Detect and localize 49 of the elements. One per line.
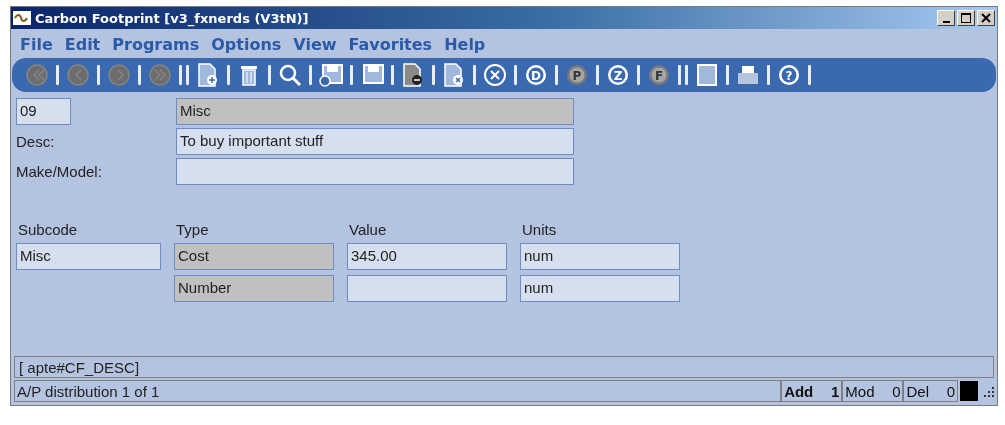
minimize-icon — [942, 20, 950, 23]
value-field[interactable] — [347, 275, 507, 302]
trash-icon — [239, 63, 259, 87]
close-icon — [981, 13, 991, 23]
type-field: Number — [174, 275, 334, 302]
window-title: Carbon Footprint [v3_fxnerds (V3tN)] — [35, 10, 310, 26]
column-header: Subcode — [17, 221, 79, 238]
document-cross-icon — [443, 63, 465, 87]
code-field[interactable]: 09 — [16, 98, 71, 125]
column-header: Units — [521, 221, 558, 238]
field-label: Desc: — [16, 133, 56, 150]
menu-item[interactable]: Options — [206, 35, 287, 54]
units-field[interactable]: num — [520, 275, 680, 302]
menu-item[interactable]: Edit — [59, 35, 106, 54]
arrow-circle-icon — [25, 63, 49, 87]
add-count: Add 1 — [781, 380, 843, 402]
type-field: Cost — [174, 243, 334, 270]
search-icon — [278, 63, 302, 87]
description-field[interactable]: To buy important stuff — [176, 128, 574, 155]
menu-item[interactable]: File — [15, 35, 58, 54]
deleted-count: Del 0 — [903, 380, 958, 402]
field-label: Make/Model: — [16, 163, 103, 180]
menu-item[interactable]: Favorites — [343, 35, 438, 54]
subcode-field[interactable]: Misc — [16, 243, 161, 270]
new-document-icon — [197, 63, 219, 87]
document-minus-icon — [402, 63, 424, 87]
close-button[interactable] — [977, 10, 995, 26]
make-model-field[interactable] — [176, 158, 574, 185]
menu-item[interactable]: Programs — [107, 35, 205, 54]
units-field[interactable]: num — [520, 243, 680, 270]
arrow-circle-icon — [148, 63, 172, 87]
column-header: Type — [175, 221, 210, 238]
category-field: Misc — [176, 98, 574, 125]
arrow-circle-icon — [107, 63, 131, 87]
cross-circle-icon — [483, 63, 507, 87]
arrow-circle-icon — [66, 63, 90, 87]
value-field[interactable]: 345.00 — [347, 243, 507, 270]
app-logo-icon — [13, 11, 31, 25]
maximize-icon — [961, 13, 971, 23]
menu-item[interactable]: View — [288, 35, 342, 54]
minimize-button[interactable] — [937, 10, 955, 26]
modified-count: Mod 0 — [842, 380, 904, 402]
menu-item[interactable]: Help — [439, 35, 491, 54]
maximize-button[interactable] — [957, 10, 975, 26]
printer-icon — [736, 63, 760, 87]
column-header: Value — [348, 221, 388, 238]
page-icon — [696, 63, 718, 87]
status-indicator — [960, 381, 978, 401]
status-text: A/P distribution 1 of 1 — [14, 380, 782, 402]
